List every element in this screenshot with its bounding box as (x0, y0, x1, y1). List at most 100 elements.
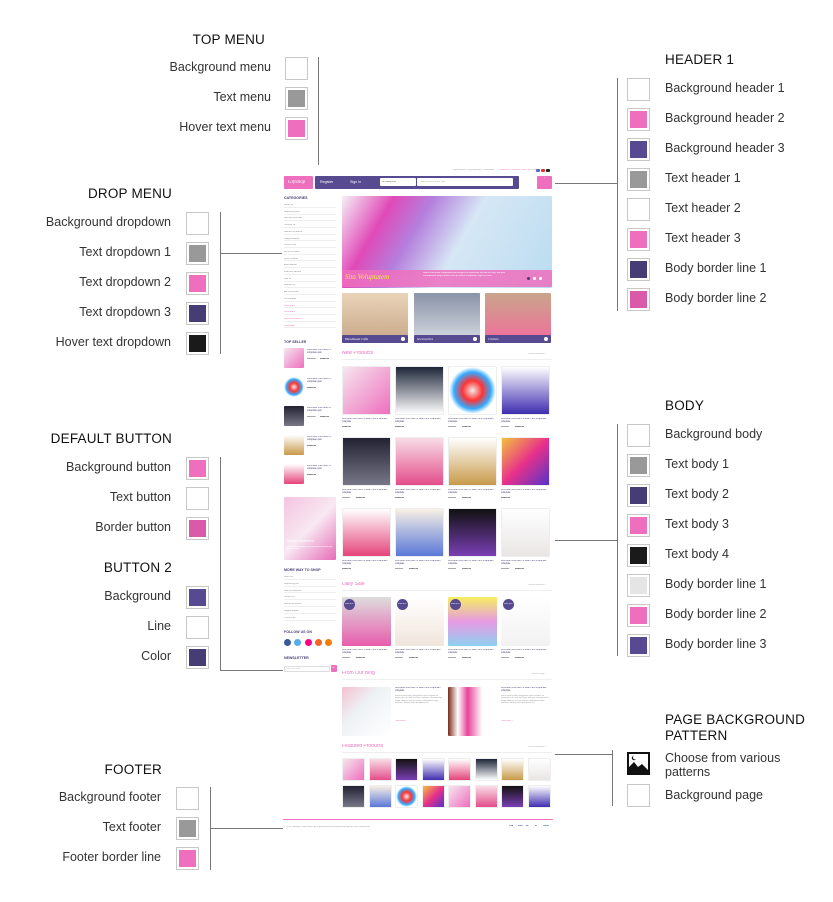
product-name[interactable]: Duis aute irure dolor in totam rem et ap… (448, 649, 497, 654)
slider-dot[interactable] (533, 277, 536, 280)
category-link[interactable]: Minim veniam (284, 251, 336, 255)
arrow-icon[interactable] (472, 337, 477, 341)
product-image[interactable] (342, 366, 391, 415)
color-swatch[interactable] (186, 332, 209, 355)
category-link[interactable]: Ullamco laboris (284, 271, 336, 275)
product-name[interactable]: Duis aute irure dolor in totam rem et ap… (342, 489, 391, 494)
product-thumb[interactable] (284, 348, 304, 368)
color-swatch[interactable] (627, 574, 650, 597)
product-name[interactable]: Duis aute irure dolor in totam rem et ap… (501, 418, 550, 423)
product-image[interactable] (395, 366, 444, 415)
category-link[interactable]: Ea commodo (284, 291, 336, 295)
color-swatch[interactable] (285, 87, 308, 110)
arrow-icon[interactable] (401, 337, 405, 341)
color-swatch[interactable] (186, 487, 209, 510)
more-way-link[interactable]: Labore et dolore (284, 603, 336, 607)
color-swatch[interactable] (627, 634, 650, 657)
featured-thumb[interactable] (342, 785, 365, 808)
rss-icon[interactable] (314, 639, 322, 646)
product-name[interactable]: Duis aute irure dolor in totam rem et ap… (395, 418, 444, 423)
color-swatch[interactable] (627, 138, 650, 161)
blog-image[interactable] (342, 687, 391, 736)
category-link[interactable]: Voluptate (284, 325, 336, 329)
product-thumb[interactable] (284, 377, 304, 397)
color-swatch[interactable] (627, 484, 650, 507)
featured-thumb[interactable] (474, 785, 498, 808)
product-name[interactable]: Duis aute irure dolor in totam rem et ap… (395, 649, 444, 654)
view-all-link[interactable]: View all products › (528, 746, 546, 749)
product-name[interactable]: Duis aute irure dolor in totam rem et ap… (448, 560, 497, 565)
view-all-link[interactable]: View all products › (528, 353, 546, 356)
color-swatch[interactable] (186, 242, 209, 265)
product-name[interactable]: Duis aute irure dolor in voluptate quis (307, 436, 337, 442)
product-name[interactable]: Duis aute irure dolor in totam rem et ap… (342, 560, 391, 565)
register-link[interactable]: Register (320, 180, 333, 184)
sign-in-link[interactable]: Sign In (350, 180, 361, 184)
product-name[interactable]: Duis aute irure dolor in totam rem et ap… (501, 649, 550, 654)
read-more-link[interactable]: View more › (501, 720, 513, 723)
product-name[interactable]: Duis aute irure dolor in voluptate quis (307, 349, 337, 355)
search-icon[interactable]: ⌕ (526, 177, 529, 184)
featured-thumb[interactable] (527, 785, 551, 808)
product-name[interactable]: Duis aute irure dolor in totam rem et ap… (395, 560, 444, 565)
color-swatch[interactable] (627, 198, 650, 221)
read-more-link[interactable]: View more › (395, 720, 407, 723)
color-swatch[interactable] (627, 514, 650, 537)
product-image[interactable] (395, 437, 444, 486)
color-swatch[interactable] (285, 57, 308, 80)
featured-thumb[interactable] (501, 785, 524, 808)
product-image[interactable] (501, 366, 550, 415)
twitter-icon[interactable] (294, 639, 302, 646)
color-swatch[interactable] (627, 604, 650, 627)
more-way-link[interactable]: Dolor sit (284, 576, 336, 580)
featured-thumb[interactable] (368, 785, 392, 808)
more-way-link[interactable]: Tempor ut (284, 596, 336, 601)
blog-post-title[interactable]: Duis aute irure dolor in totam rem et ap… (501, 687, 553, 692)
featured-thumb[interactable] (474, 758, 498, 781)
top-links[interactable]: My account | My wishlist | Checkout | (453, 169, 495, 172)
color-swatch[interactable] (176, 847, 199, 870)
color-swatch[interactable] (627, 288, 650, 311)
color-swatch[interactable] (186, 457, 209, 480)
product-name[interactable]: Duis aute irure dolor in totam rem et ap… (395, 489, 444, 494)
view-blog-link[interactable]: View our blog › (531, 673, 546, 676)
category-link[interactable]: Ut enim ad (284, 244, 336, 249)
product-name[interactable]: Duis aute irure dolor in totam rem et ap… (448, 418, 497, 423)
more-way-link[interactable]: Adipiscing elit (284, 583, 336, 587)
category-link[interactable]: Exercitation (284, 264, 336, 269)
product-image[interactable] (395, 508, 444, 557)
color-swatch[interactable] (627, 108, 650, 131)
product-name[interactable]: Duis aute irure dolor in totam rem et ap… (501, 560, 550, 565)
color-swatch[interactable] (627, 454, 650, 477)
more-way-link[interactable]: Magna aliqua (284, 610, 336, 614)
color-swatch[interactable] (627, 168, 650, 191)
category-link[interactable]: Tempor ut (284, 224, 336, 228)
product-image[interactable] (342, 508, 391, 557)
product-name[interactable]: Duis aute irure dolor in totam rem et ap… (342, 418, 391, 423)
category-link[interactable]: Irure dolor (284, 311, 336, 316)
category-link[interactable]: Aliquip ex (284, 284, 336, 289)
product-image[interactable] (448, 508, 497, 557)
product-name[interactable]: Duis aute irure dolor in voluptate quis (307, 378, 337, 384)
color-swatch[interactable] (186, 517, 209, 540)
color-swatch[interactable] (627, 78, 650, 101)
product-image[interactable] (501, 508, 550, 557)
slider-dot[interactable] (539, 277, 542, 280)
category-link[interactable]: Quis nostrud (284, 258, 336, 262)
color-swatch[interactable] (627, 258, 650, 281)
blog-image[interactable] (448, 687, 497, 736)
category-link[interactable]: Magna aliqua (284, 238, 336, 242)
product-name[interactable]: Duis aute irure dolor in voluptate quis (307, 407, 337, 413)
product-name[interactable]: Duis aute irure dolor in totam rem et ap… (448, 489, 497, 494)
slider-dot[interactable] (527, 277, 530, 280)
featured-thumb[interactable] (421, 758, 445, 781)
category-link[interactable]: Sed do eiusmod (284, 217, 336, 222)
blog-post-title[interactable]: Duis aute irure dolor in totam rem et ap… (395, 687, 447, 692)
featured-thumb[interactable] (421, 785, 445, 808)
more-way-link[interactable]: Ut enim ad (284, 617, 336, 621)
arrow-icon[interactable] (544, 337, 548, 341)
featured-thumb[interactable] (527, 758, 551, 781)
featured-thumb[interactable] (368, 758, 392, 781)
image-icon[interactable] (627, 752, 650, 775)
product-thumb[interactable] (284, 406, 304, 426)
